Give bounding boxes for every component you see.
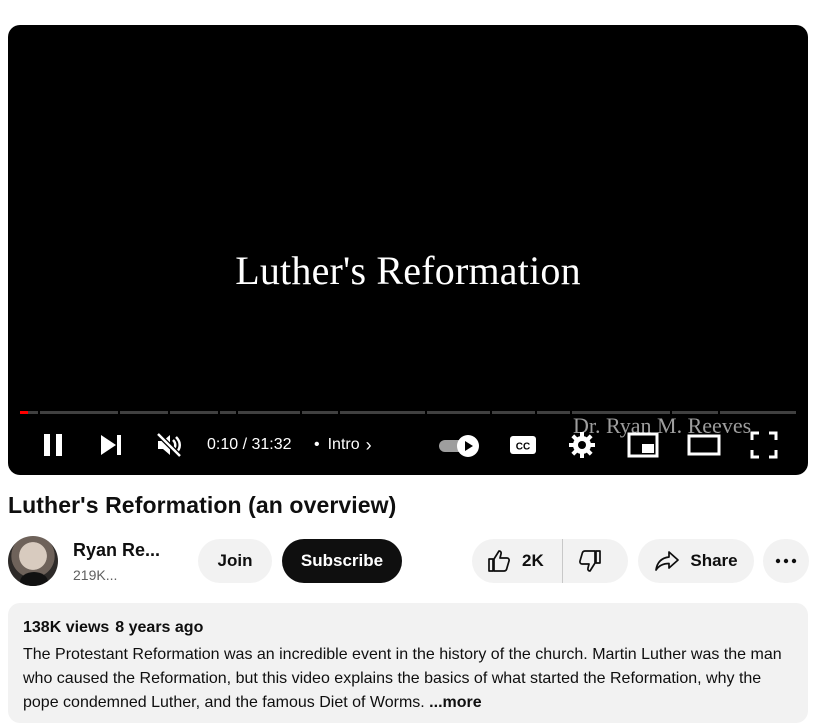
fullscreen-button[interactable] xyxy=(748,423,780,467)
autoplay-toggle[interactable] xyxy=(438,423,482,467)
like-count: 2K xyxy=(522,551,544,570)
mute-button[interactable] xyxy=(152,423,186,467)
pause-icon xyxy=(44,434,62,456)
mute-icon xyxy=(156,432,182,458)
chapter-marker xyxy=(718,411,720,414)
join-button[interactable]: Join xyxy=(198,539,272,583)
more-actions-button[interactable] xyxy=(763,539,809,583)
chapter-marker xyxy=(118,411,120,414)
chapter-marker xyxy=(535,411,537,414)
captions-icon: CC xyxy=(510,436,536,454)
thumbs-up-icon xyxy=(488,550,510,572)
theater-icon xyxy=(687,434,721,456)
upload-age: 8 years ago xyxy=(115,619,204,636)
chapter-marker xyxy=(168,411,170,414)
player-controls: 0:10 / 31:32 • Intro › CC xyxy=(8,423,808,467)
video-player[interactable]: Luther's Reformation Dr. Ryan M. Reeves … xyxy=(8,25,808,475)
chapter-button[interactable]: • Intro › xyxy=(314,423,372,467)
chapter-marker xyxy=(490,411,492,414)
time-display: 0:10 / 31:32 xyxy=(207,436,292,453)
pause-button[interactable] xyxy=(36,423,70,467)
chapter-title: Intro xyxy=(327,436,360,453)
captions-button[interactable]: CC xyxy=(508,423,538,467)
channel-name[interactable]: Ryan Re... xyxy=(73,540,160,561)
chapter-marker xyxy=(300,411,302,414)
more-link[interactable]: ...more xyxy=(429,694,481,711)
like-dislike-group: 2K xyxy=(472,539,628,583)
description-box[interactable]: 138K views 8 years ago The Protestant Ref… xyxy=(8,603,808,723)
svg-text:CC: CC xyxy=(516,442,530,453)
next-icon xyxy=(101,435,121,455)
miniplayer-icon xyxy=(627,432,659,458)
video-meta: 138K views 8 years ago xyxy=(23,619,793,637)
chapter-marker xyxy=(218,411,220,414)
description-body: The Protestant Reformation was an incred… xyxy=(23,646,782,711)
chapter-marker xyxy=(425,411,427,414)
chapter-marker xyxy=(38,411,40,414)
video-title-card: Luther's Reformation xyxy=(235,248,581,293)
share-button[interactable]: Share xyxy=(638,539,754,583)
chapter-marker xyxy=(236,411,238,414)
chapter-marker xyxy=(338,411,340,414)
progress-played xyxy=(20,411,28,414)
chapter-separator: • xyxy=(314,436,320,453)
thumbs-down-icon xyxy=(578,550,601,572)
subscriber-count: 219K... xyxy=(73,567,118,583)
more-horizontal-icon xyxy=(775,558,797,564)
autoplay-toggle-icon xyxy=(439,435,479,457)
like-button[interactable]: 2K xyxy=(472,539,563,583)
miniplayer-button[interactable] xyxy=(626,423,660,467)
owner-row: Ryan Re... 219K... Join Subscribe 2K Sha… xyxy=(8,536,809,588)
theater-mode-button[interactable] xyxy=(686,423,722,467)
settings-button[interactable] xyxy=(566,423,598,467)
fullscreen-icon xyxy=(750,431,778,459)
description-text: The Protestant Reformation was an incred… xyxy=(23,643,793,715)
video-title: Luther's Reformation (an overview) xyxy=(8,492,397,518)
chapter-marker xyxy=(670,411,672,414)
subscribe-button[interactable]: Subscribe xyxy=(282,539,402,583)
share-icon xyxy=(655,551,680,571)
chevron-right-icon: › xyxy=(365,434,372,455)
next-button[interactable] xyxy=(96,423,126,467)
chapter-marker xyxy=(570,411,572,414)
progress-bar[interactable] xyxy=(20,411,796,414)
dislike-button[interactable] xyxy=(563,539,603,583)
settings-icon xyxy=(569,432,595,458)
share-label: Share xyxy=(690,551,738,570)
view-count: 138K views xyxy=(23,619,110,636)
channel-avatar[interactable] xyxy=(8,536,58,586)
